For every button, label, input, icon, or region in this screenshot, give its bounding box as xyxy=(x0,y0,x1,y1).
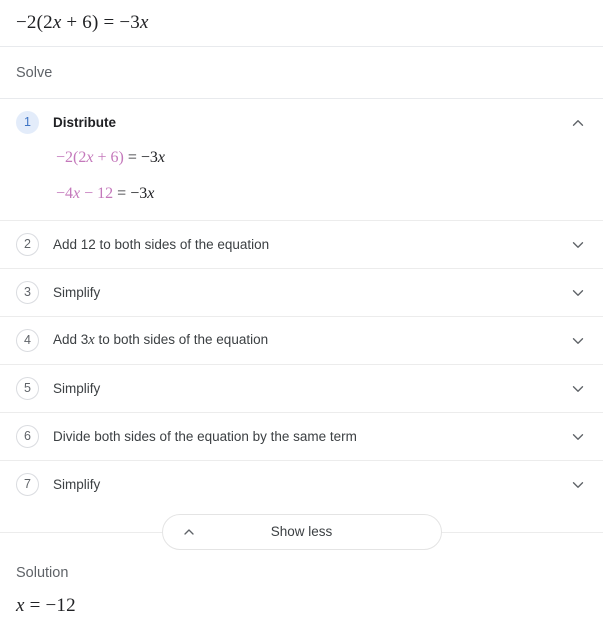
steps-list: 1 Distribute −2(2x + 6) = −3x −4x − 12 = −3… xyxy=(0,99,603,508)
step-label: Distribute xyxy=(53,115,117,130)
query-equation: −2(2x + 6) = −3x xyxy=(16,12,149,33)
step-number-badge: 2 xyxy=(16,233,39,256)
step-number-badge: 5 xyxy=(16,377,39,400)
step-5: 5 Simplify xyxy=(0,364,603,412)
math-solver-panel: −2(2x + 6) = −3x Solve 1 Distribute −2(2x … xyxy=(0,0,603,621)
step-equation-line: −4x − 12 = −3x xyxy=(56,186,587,202)
equation-plain: = −3x xyxy=(123,149,165,166)
step-body: −2(2x + 6) = −3x −4x − 12 = −3x xyxy=(0,146,603,220)
chevron-up-icon[interactable] xyxy=(569,114,587,132)
chevron-up-icon xyxy=(181,524,197,540)
solution-section: Solution x = −12 xyxy=(0,555,603,617)
step-header-6[interactable]: 6 Divide both sides of the equation by th… xyxy=(0,413,603,460)
step-label: Simplify xyxy=(53,381,101,396)
step-6: 6 Divide both sides of the equation by th… xyxy=(0,412,603,460)
step-number-badge: 6 xyxy=(16,425,39,448)
equation-plain: = −3x xyxy=(113,185,155,202)
chevron-down-icon[interactable] xyxy=(569,380,587,398)
step-header-7[interactable]: 7 Simplify xyxy=(0,461,603,508)
step-header-1[interactable]: 1 Distribute xyxy=(0,99,603,146)
solution-label: Solution xyxy=(16,565,69,581)
chevron-down-icon[interactable] xyxy=(569,236,587,254)
step-2: 2 Add 12 to both sides of the equation xyxy=(0,220,603,268)
step-header-5[interactable]: 5 Simplify xyxy=(0,365,603,412)
step-header-2[interactable]: 2 Add 12 to both sides of the equation xyxy=(0,221,603,268)
show-less-label: Show less xyxy=(270,524,333,539)
solve-heading-label: Solve xyxy=(16,64,53,81)
chevron-down-icon[interactable] xyxy=(569,476,587,494)
step-header-3[interactable]: 3 Simplify xyxy=(0,269,603,316)
step-label: Simplify xyxy=(53,477,101,492)
step-label: Add 3x to both sides of the equation xyxy=(53,332,269,348)
step-3: 3 Simplify xyxy=(0,268,603,316)
step-label: Add 12 to both sides of the equation xyxy=(53,237,270,252)
step-equation-line: −2(2x + 6) = −3x xyxy=(56,150,587,166)
step-4: 4 Add 3x to both sides of the equation xyxy=(0,316,603,364)
chevron-down-icon[interactable] xyxy=(569,284,587,302)
solution-equation: x = −12 xyxy=(16,595,76,616)
equation-highlight: −2(2x + 6) xyxy=(56,149,124,166)
step-1: 1 Distribute −2(2x + 6) = −3x −4x − 12 = −3… xyxy=(0,99,603,220)
step-number-badge: 4 xyxy=(16,329,39,352)
chevron-down-icon[interactable] xyxy=(569,428,587,446)
equation-highlight: −4x − 12 xyxy=(56,185,114,202)
step-number-badge: 1 xyxy=(16,111,39,134)
step-number-badge: 3 xyxy=(16,281,39,304)
show-less-row: Show less xyxy=(0,508,603,555)
step-header-4[interactable]: 4 Add 3x to both sides of the equation xyxy=(0,317,603,364)
step-7: 7 Simplify xyxy=(0,460,603,508)
show-less-button[interactable]: Show less xyxy=(161,513,442,550)
query-equation-bar: −2(2x + 6) = −3x xyxy=(0,0,603,47)
step-label: Divide both sides of the equation by the… xyxy=(53,429,357,444)
chevron-down-icon[interactable] xyxy=(569,332,587,350)
step-label: Simplify xyxy=(53,285,101,300)
step-number-badge: 7 xyxy=(16,473,39,496)
solve-heading: Solve xyxy=(0,47,603,99)
